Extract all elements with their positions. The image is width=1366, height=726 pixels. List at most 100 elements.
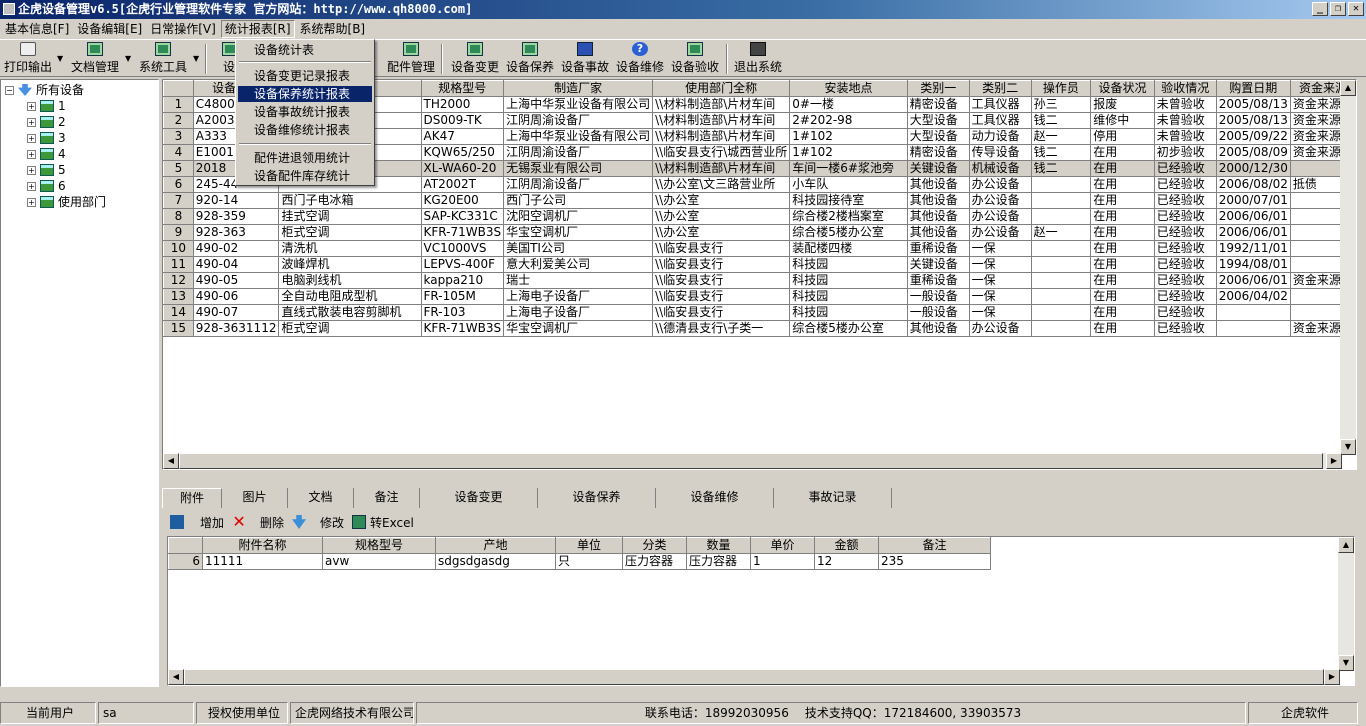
table-cell[interactable]: 西门子电冰箱 [278,192,422,209]
tree-item[interactable]: +2 [27,114,66,130]
table-cell[interactable]: 江阴周渝设备厂 [503,144,654,161]
table-cell[interactable]: 科技园 [789,304,908,321]
table-cell[interactable]: 压力容器 [622,553,687,570]
table-cell[interactable]: 12 [814,553,879,570]
table-cell[interactable]: 2000/07/01 [1216,192,1291,209]
table-cell[interactable]: 一般设备 [907,304,970,321]
column-header[interactable]: 金额 [814,537,879,554]
attachment-horizontal-scrollbar[interactable]: ◀ ▶ [168,669,1340,685]
table-cell[interactable]: 重稀设备 [907,272,970,289]
table-cell[interactable]: VC1000VS [421,240,505,257]
table-cell[interactable]: 235 [878,553,991,570]
table-cell[interactable]: 在用 [1090,224,1155,241]
table-cell[interactable] [1031,208,1092,225]
table-cell[interactable]: 电脑剥线机 [278,272,422,289]
table-cell[interactable]: 小车队 [789,176,908,193]
table-cell[interactable] [1031,176,1092,193]
table-cell[interactable]: 一保 [969,288,1032,305]
expand-icon[interactable]: + [27,165,36,175]
table-row[interactable]: 14 490-07 直线式散装电容剪脚机 FR-103 上海电子设备厂 \\临安县支行 科技… [163,304,1356,321]
table-cell[interactable]: 已经验收 [1154,192,1217,209]
column-header[interactable]: 制造厂家 [503,80,654,97]
table-row[interactable]: 12 490-05 电脑剥线机 kappa210 瑞士 \\临安县支行 科技园 重稀设备 一保 在… [163,272,1356,289]
tree-item[interactable]: +1 [27,98,66,114]
table-cell[interactable]: 传导设备 [969,144,1032,161]
table-cell[interactable]: 1992/11/01 [1216,240,1291,257]
table-cell[interactable]: 2005/08/13 [1216,96,1291,113]
table-cell[interactable]: \\临安县支行 [652,272,791,289]
table-cell[interactable]: 清洗机 [278,240,422,257]
table-cell[interactable]: \\德清县支行\子类一 [652,320,791,337]
table-cell[interactable]: 上海中华泵业设备有限公司 [503,128,654,145]
table-row[interactable]: 10 490-02 清洗机 VC1000VS 美国TI公司 \\临安县支行 装配楼四楼 重稀设… [163,240,1356,257]
table-cell[interactable]: 赵一 [1031,224,1092,241]
table-cell[interactable] [1031,192,1092,209]
table-cell[interactable]: FR-103 [421,304,505,321]
table-cell[interactable]: 柜式空调 [278,320,422,337]
tree-item[interactable]: +4 [27,146,66,162]
expand-icon[interactable]: + [27,117,36,127]
table-cell[interactable]: 已经验收 [1154,240,1217,257]
systools-dropdown-arrow[interactable]: ▼ [193,54,199,63]
table-cell[interactable]: 柜式空调 [278,224,422,241]
table-cell[interactable]: \\临安县支行\城西营业所 [652,144,791,161]
table-row[interactable]: 11 490-04 波峰焊机 LEPVS-400F 意大利爱美公司 \\临安县支行 科技园关… [163,256,1356,273]
table-row[interactable]: 6 11111 avw sdgsdgasdg 只压力容器 压力容器 1 12 235 [168,553,991,570]
table-cell[interactable]: \\办公室\文三路营业所 [652,176,791,193]
table-cell[interactable] [1031,320,1092,337]
modify-button[interactable]: 修改 [292,514,344,531]
table-cell[interactable]: 在用 [1090,192,1155,209]
table-cell[interactable]: 上海中华泵业设备有限公司 [503,96,654,113]
table-cell[interactable]: 只 [555,553,623,570]
table-cell[interactable]: 在用 [1090,256,1155,273]
table-cell[interactable]: 华宝空调机厂 [503,224,654,241]
scroll-left-icon[interactable]: ◀ [168,669,184,685]
table-cell[interactable]: 未曾验收 [1154,128,1217,145]
table-cell[interactable]: 在用 [1090,176,1155,193]
table-cell[interactable]: LEPVS-400F [421,256,505,273]
table-cell[interactable]: KG20E00 [421,192,505,209]
table-cell[interactable]: AT2002T [421,176,505,193]
accident-button[interactable]: 设备事故 [559,41,611,75]
table-cell[interactable] [1031,272,1092,289]
table-cell[interactable]: 一保 [969,272,1032,289]
table-cell[interactable]: 华宝空调机厂 [503,320,654,337]
table-cell[interactable]: 关键设备 [907,256,970,273]
table-cell[interactable]: 已经验收 [1154,256,1217,273]
maint-button[interactable]: 设备保养 [504,41,556,75]
table-cell[interactable]: 490-02 [193,240,280,257]
column-header[interactable]: 规格型号 [420,80,505,97]
export-excel-button[interactable]: 转Excel [352,514,414,531]
docs-button[interactable]: 文档管理 [68,41,122,75]
table-cell[interactable]: 工具仪器 [969,112,1032,129]
table-cell[interactable]: 科技园 [789,272,908,289]
table-cell[interactable]: 0#一楼 [789,96,908,113]
table-cell[interactable]: sdgsdgasdg [435,553,556,570]
table-cell[interactable]: 办公设备 [969,224,1032,241]
scroll-right-icon[interactable]: ▶ [1326,453,1342,469]
tab-device-repair[interactable]: 设备维修 [656,488,774,508]
table-cell[interactable]: XL-WA60-20 [421,160,505,177]
table-cell[interactable]: 压力容器 [686,553,751,570]
menu-basic-info[interactable]: 基本信息[F] [2,20,72,38]
menu-item-parts-stock[interactable]: 设备配件库存统计 [238,168,372,184]
table-cell[interactable] [1031,240,1092,257]
table-cell[interactable]: 其他设备 [907,320,970,337]
table-cell[interactable]: 928-363 [193,224,280,241]
change-button[interactable]: 设备变更 [449,41,501,75]
table-cell[interactable]: \\临安县支行 [652,304,791,321]
table-cell[interactable]: 江阴周渝设备厂 [503,112,654,129]
table-cell[interactable]: 2006/06/01 [1216,208,1291,225]
print-dropdown-arrow[interactable]: ▼ [57,54,63,63]
menu-item-device-stats[interactable]: 设备统计表 [238,42,372,58]
table-cell[interactable]: 已经验收 [1154,272,1217,289]
table-cell[interactable]: 2006/06/01 [1216,272,1291,289]
table-cell[interactable]: 初步验收 [1154,144,1217,161]
table-cell[interactable]: 一保 [969,240,1032,257]
expand-icon[interactable]: + [27,197,36,207]
column-header[interactable]: 操作员 [1030,80,1092,97]
column-header[interactable]: 备注 [878,537,991,554]
add-button[interactable]: 增加 [162,514,224,531]
table-cell[interactable]: 全自动电阻成型机 [278,288,422,305]
table-cell[interactable]: 490-04 [193,256,280,273]
